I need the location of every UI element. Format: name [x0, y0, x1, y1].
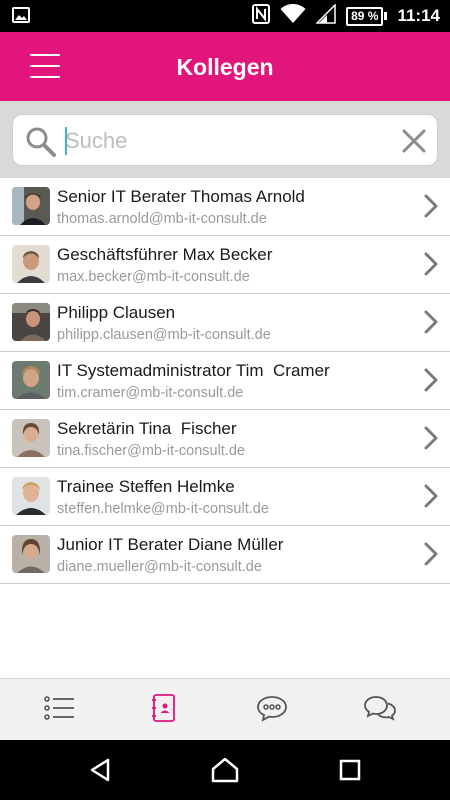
contact-name: Senior IT Berater Thomas Arnold [57, 187, 305, 206]
list-item[interactable]: Philipp Clausen philipp.clausen@mb-it-co… [0, 294, 450, 352]
contact-list: Senior IT Berater Thomas Arnold thomas.a… [0, 178, 450, 584]
contact-email: tina.fischer@mb-it-consult.de [57, 443, 245, 459]
tab-contacts[interactable] [108, 679, 220, 741]
contact-email: max.becker@mb-it-consult.de [57, 269, 250, 285]
clock: 11:14 [397, 6, 440, 25]
chevron-right-icon [424, 252, 438, 281]
list-item[interactable]: IT Systemadministrator Tim Cramer tim.cr… [0, 352, 450, 410]
list-icon [44, 695, 76, 726]
contact-name: Philipp Clausen [57, 303, 176, 322]
avatar [12, 419, 50, 457]
battery-level: 89 % [346, 6, 384, 26]
list-item[interactable]: Trainee Steffen Helmke steffen.helmke@mb… [0, 468, 450, 526]
list-item[interactable]: Senior IT Berater Thomas Arnold thomas.a… [0, 178, 450, 236]
chat-bubble-icon [256, 694, 288, 727]
list-item[interactable]: Junior IT Berater Diane Müller diane.mue… [0, 526, 450, 584]
tab-chat[interactable] [216, 679, 328, 741]
system-nav-bar [0, 740, 450, 800]
app-screen: 89 % 11:14 Kollegen Suche Senior IT Bera… [0, 0, 450, 800]
list-item[interactable]: Sekretärin Tina Fischer tina.fischer@mb-… [0, 410, 450, 468]
contact-name: Junior IT Berater Diane Müller [57, 535, 284, 554]
contact-name: Geschäftsführer Max Becker [57, 245, 273, 264]
contact-email: tim.cramer@mb-it-consult.de [57, 385, 244, 401]
nfc-icon [252, 3, 271, 29]
signal-icon [315, 2, 336, 29]
avatar [12, 187, 50, 225]
chevron-right-icon [424, 310, 438, 339]
search-icon [25, 126, 57, 163]
contact-email: steffen.helmke@mb-it-consult.de [57, 501, 269, 517]
address-book-icon [151, 693, 177, 728]
chevron-right-icon [424, 484, 438, 513]
contact-name: Sekretärin Tina Fischer [57, 419, 237, 438]
avatar [12, 361, 50, 399]
tab-bar [0, 678, 450, 740]
list-item[interactable]: Geschäftsführer Max Becker max.becker@mb… [0, 236, 450, 294]
avatar [12, 303, 50, 341]
contact-name: IT Systemadministrator Tim Cramer [57, 361, 330, 380]
app-bar: Kollegen [0, 32, 450, 101]
search-input[interactable] [65, 121, 395, 161]
tab-list[interactable] [4, 679, 116, 741]
status-bar: 89 % 11:14 [0, 0, 450, 32]
conversations-icon [363, 694, 397, 727]
chevron-right-icon [424, 194, 438, 223]
avatar [12, 535, 50, 573]
back-icon[interactable] [80, 754, 120, 786]
contact-name: Trainee Steffen Helmke [57, 477, 235, 496]
text-cursor [65, 127, 67, 155]
avatar [12, 477, 50, 515]
page-title: Kollegen [176, 54, 274, 80]
search-field [12, 114, 438, 166]
avatar [12, 245, 50, 283]
wifi-icon [280, 3, 306, 29]
battery-icon: 89 % [346, 6, 388, 26]
contact-email: thomas.arnold@mb-it-consult.de [57, 211, 267, 227]
contact-email: philipp.clausen@mb-it-consult.de [57, 327, 271, 343]
tab-conversations[interactable] [324, 679, 436, 741]
recents-icon[interactable] [330, 754, 370, 786]
close-icon[interactable] [399, 126, 429, 156]
search-bar [0, 101, 450, 178]
chevron-right-icon [424, 426, 438, 455]
chevron-right-icon [424, 542, 438, 571]
contact-email: diane.mueller@mb-it-consult.de [57, 559, 262, 575]
home-icon[interactable] [205, 754, 245, 786]
image-icon [12, 7, 30, 28]
chevron-right-icon [424, 368, 438, 397]
